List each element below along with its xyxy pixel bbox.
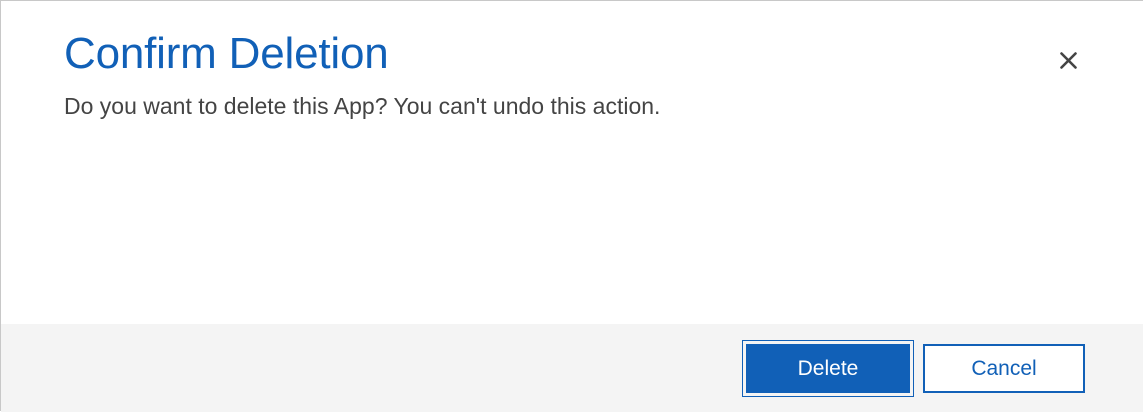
delete-button[interactable]: Delete: [746, 344, 910, 393]
close-button[interactable]: [1051, 43, 1085, 77]
dialog-title: Confirm Deletion: [64, 29, 389, 78]
dialog-footer: Delete Cancel: [1, 324, 1143, 412]
dialog-message: Do you want to delete this App? You can'…: [64, 93, 661, 119]
confirm-deletion-dialog: Confirm Deletion Do you want to delete t…: [0, 0, 1143, 412]
delete-button-focus-ring: Delete: [742, 340, 914, 397]
close-icon: [1059, 51, 1077, 69]
cancel-button[interactable]: Cancel: [923, 344, 1085, 393]
